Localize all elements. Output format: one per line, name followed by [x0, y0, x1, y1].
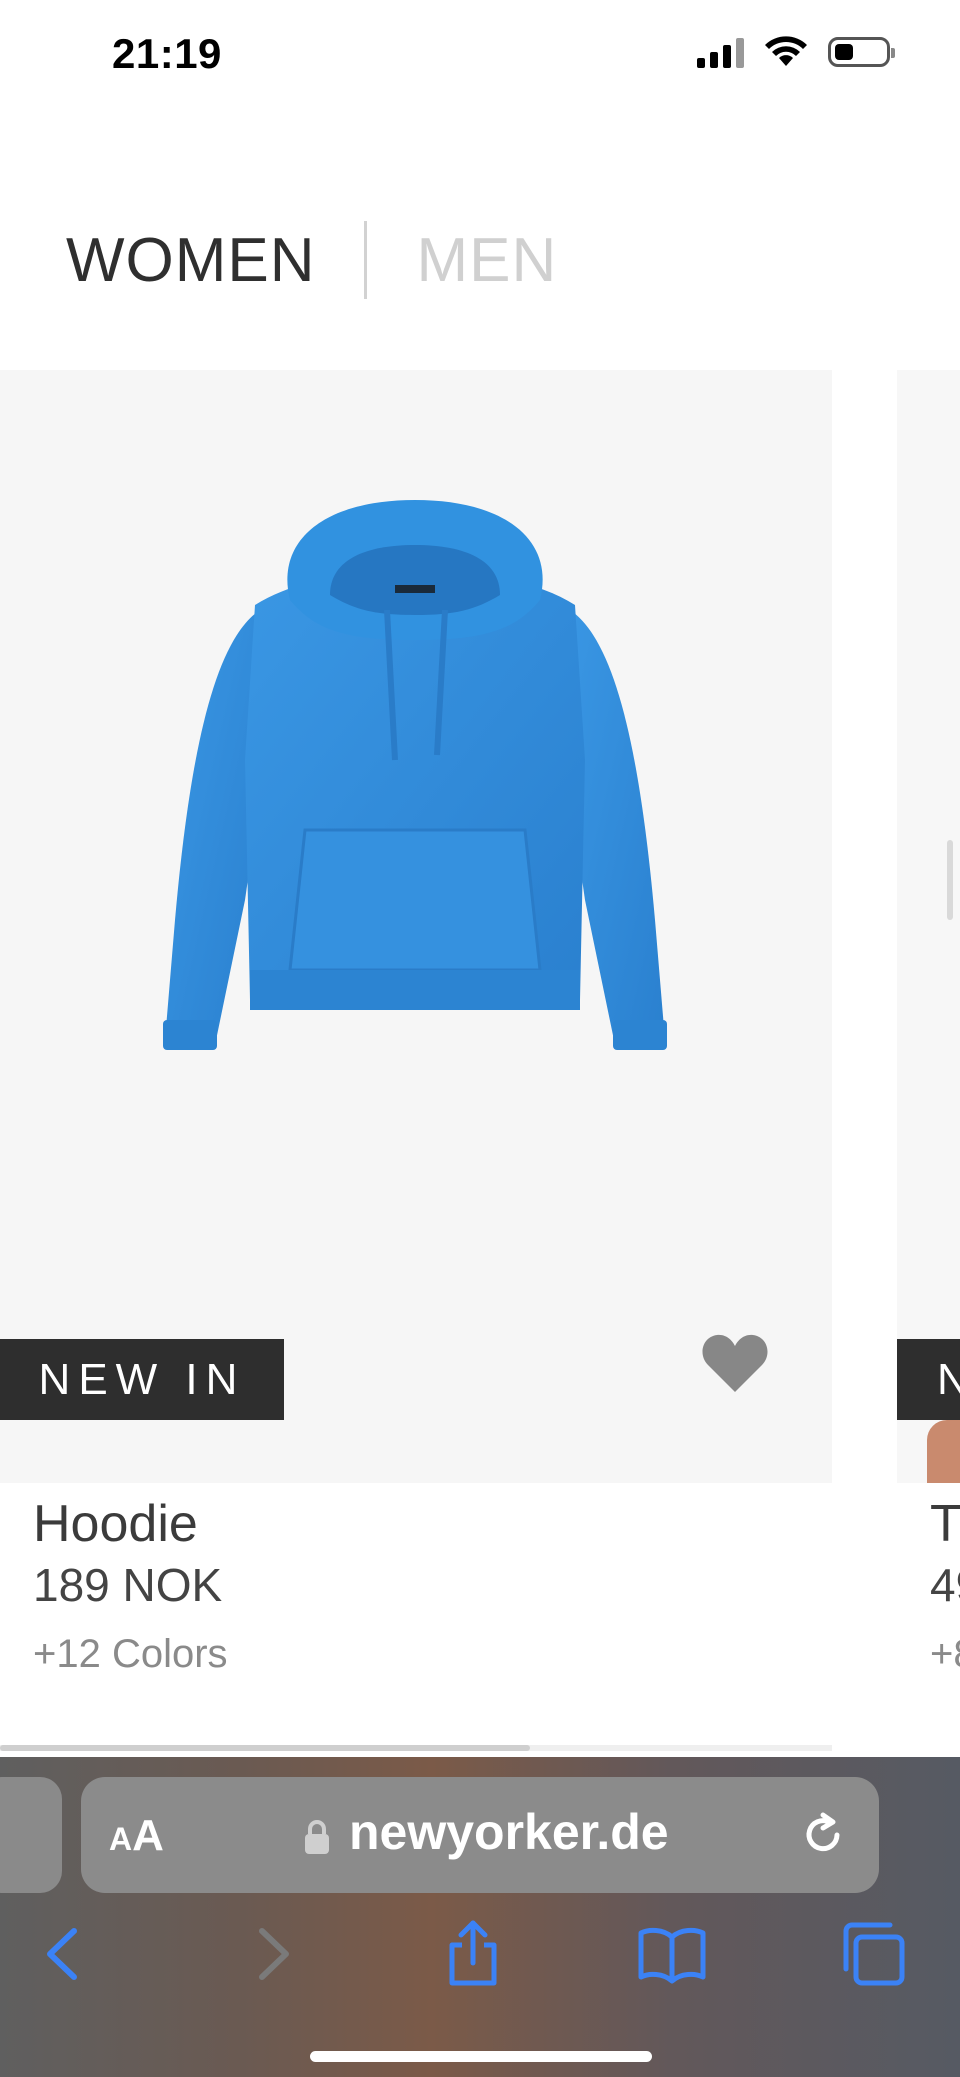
- image-scrollbar: [947, 840, 953, 920]
- product-image-next: [927, 1420, 960, 1483]
- url-text[interactable]: newyorker.de: [349, 1803, 669, 1861]
- cellular-signal-icon: [697, 36, 744, 68]
- share-icon[interactable]: [438, 1919, 508, 1989]
- battery-icon: [828, 37, 895, 67]
- product-image[interactable]: NEW IN: [0, 370, 832, 1483]
- product-name-next[interactable]: T: [930, 1494, 960, 1554]
- previous-tab-preview[interactable]: [0, 1777, 62, 1893]
- top-nav-remnant: [40, 140, 230, 156]
- product-name[interactable]: Hoodie: [33, 1494, 198, 1554]
- hoodie-image: [163, 500, 667, 1050]
- carousel-scrollbar-thumb[interactable]: [0, 1745, 530, 1751]
- product-price: 189 NOK: [33, 1559, 223, 1611]
- reader-label-large: A: [132, 1811, 164, 1860]
- product-card-next[interactable]: N: [897, 370, 960, 1483]
- chevron-right-icon[interactable]: [236, 1919, 306, 1989]
- status-icons: [697, 36, 895, 68]
- product-card[interactable]: NEW IN Hoodie 189 NOK +12 Colors: [0, 370, 832, 1676]
- book-icon[interactable]: [637, 1919, 707, 1989]
- chevron-left-icon[interactable]: [30, 1919, 100, 1989]
- new-in-badge-next: N: [897, 1339, 960, 1420]
- tab-women[interactable]: WOMEN: [66, 225, 316, 296]
- browser-nav-row: [0, 1909, 960, 2009]
- tab-divider: [363, 221, 367, 299]
- heart-icon[interactable]: [700, 1332, 770, 1394]
- product-colors[interactable]: +12 Colors: [33, 1632, 228, 1677]
- wifi-icon: [765, 36, 807, 66]
- reader-settings-button[interactable]: AA: [109, 1811, 164, 1861]
- address-bar[interactable]: AA newyorker.de: [81, 1777, 879, 1893]
- gender-tabs: WOMEN MEN: [66, 220, 557, 300]
- new-in-badge: NEW IN: [0, 1339, 284, 1420]
- carousel-scrollbar[interactable]: [0, 1745, 832, 1751]
- lock-icon: [305, 1820, 329, 1854]
- reader-label-small: A: [109, 1821, 133, 1857]
- reload-icon[interactable]: [799, 1811, 847, 1859]
- status-bar: 21:19: [0, 0, 960, 115]
- product-price-next: 49: [930, 1559, 960, 1611]
- home-indicator[interactable]: [310, 2051, 652, 2062]
- browser-toolbar: AA newyorker.de: [0, 1757, 960, 2077]
- product-colors-next: +8: [930, 1632, 960, 1676]
- tab-men[interactable]: MEN: [417, 225, 558, 296]
- tabs-icon[interactable]: [838, 1919, 908, 1989]
- status-time: 21:19: [112, 30, 222, 77]
